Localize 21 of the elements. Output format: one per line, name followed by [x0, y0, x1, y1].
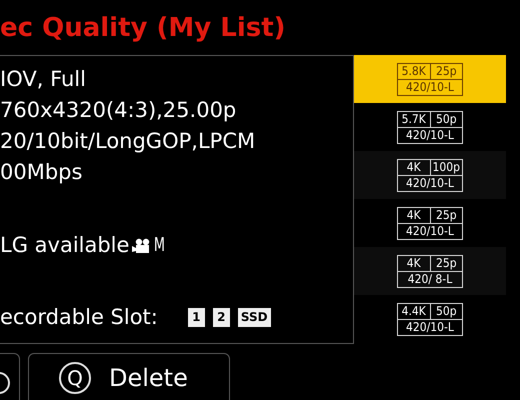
detail-text: IOV, Full	[0, 66, 87, 93]
slot-badge: SSD	[238, 308, 271, 327]
format-label: 4K 25p 420/10-L	[397, 206, 463, 240]
slot-badge: 1	[188, 308, 205, 327]
preset-item[interactable]: 4K 100p 420/10-L	[354, 151, 506, 199]
detail-text: 00Mbps	[0, 159, 84, 186]
slot-badge: 2	[212, 308, 230, 327]
format-label: 4K 25p 420/ 8-L	[397, 254, 463, 288]
format-label: 4.4K 50p 420/10-L	[397, 302, 463, 336]
detail-text: 760x4320(4:3),25.00p	[0, 97, 238, 124]
format-label: 5.7K 50p 420/10-L	[397, 110, 463, 144]
preset-item[interactable]: 5.8K 25p 420/10-L	[354, 55, 506, 103]
mode-text: M	[154, 236, 166, 255]
delete-button[interactable]: Q Delete	[28, 353, 230, 400]
preset-item[interactable]: 4K 25p 420/ 8-L	[354, 247, 506, 295]
detail-text: 20/10bit/LongGOP,LPCM	[0, 128, 256, 155]
slot-label: ecordable Slot:	[0, 304, 158, 331]
format-label: 4K 100p 420/10-L	[397, 158, 463, 192]
log-text: LG available	[0, 232, 130, 259]
screen-title: ec Quality (My List)	[0, 14, 286, 40]
format-label: 5.8K 25p 420/10-L	[397, 62, 463, 96]
